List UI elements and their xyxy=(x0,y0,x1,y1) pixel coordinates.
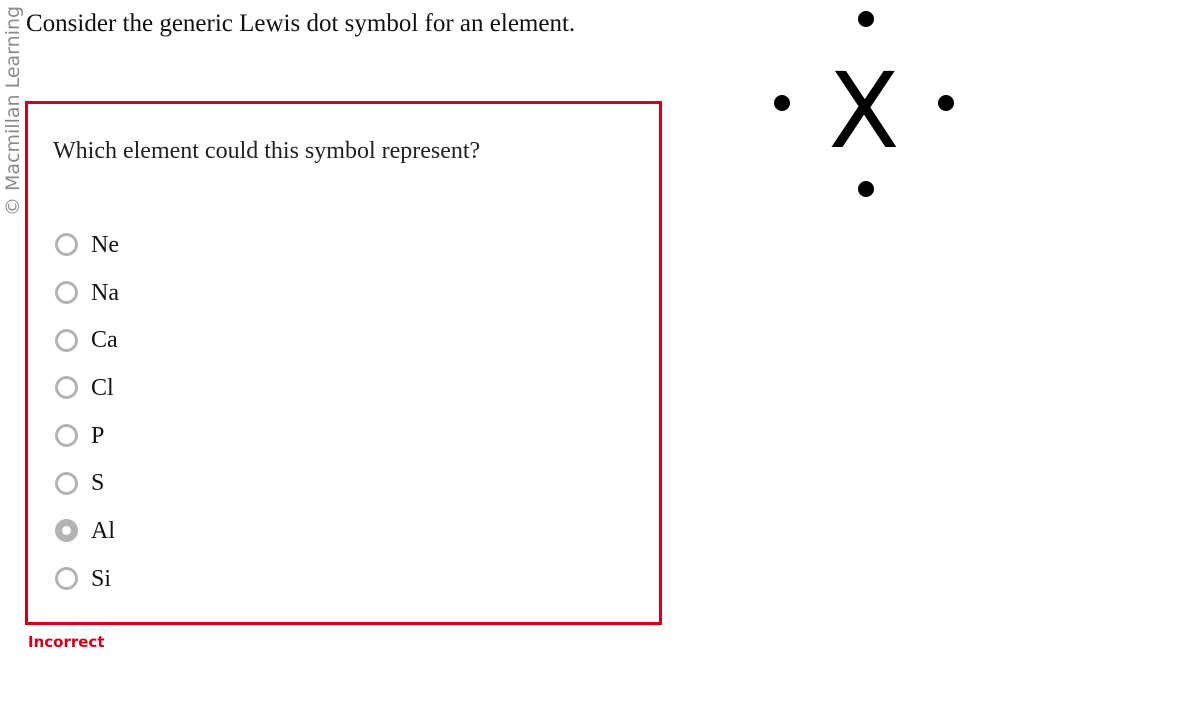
radio-button[interactable] xyxy=(55,233,78,257)
electron-dot-left xyxy=(774,95,790,111)
option-ne[interactable]: Ne xyxy=(55,221,119,269)
option-ca[interactable]: Ca xyxy=(55,316,119,364)
radio-button[interactable] xyxy=(55,471,78,495)
answer-options: Ne Na Ca Cl P S Al Si xyxy=(55,221,119,603)
radio-button[interactable] xyxy=(55,376,78,400)
radio-button[interactable] xyxy=(55,328,78,352)
option-label: Al xyxy=(91,517,115,544)
question-prompt: Which element could this symbol represen… xyxy=(53,138,481,164)
question-box: Which element could this symbol represen… xyxy=(25,101,662,625)
option-si[interactable]: Si xyxy=(55,555,119,603)
intro-text: Consider the generic Lewis dot symbol fo… xyxy=(26,10,576,37)
element-symbol: X xyxy=(828,50,899,172)
copyright-label: © Macmillan Learning xyxy=(2,5,24,216)
feedback-status: Incorrect xyxy=(28,633,105,651)
option-label: Na xyxy=(91,279,119,306)
option-cl[interactable]: Cl xyxy=(55,364,119,412)
option-label: Ca xyxy=(91,327,118,354)
lewis-dot-symbol: X xyxy=(760,0,980,210)
radio-button-selected[interactable] xyxy=(55,519,78,543)
option-na[interactable]: Na xyxy=(55,269,119,317)
option-p[interactable]: P xyxy=(55,412,119,460)
radio-button[interactable] xyxy=(55,567,78,591)
electron-dot-bottom xyxy=(858,181,874,197)
option-label: Si xyxy=(91,565,112,592)
electron-dot-top xyxy=(858,11,874,27)
option-label: Cl xyxy=(91,374,114,401)
option-label: S xyxy=(91,470,105,497)
option-s[interactable]: S xyxy=(55,459,119,507)
option-label: P xyxy=(91,422,105,449)
radio-button[interactable] xyxy=(55,281,78,305)
electron-dot-right xyxy=(938,95,954,111)
radio-button[interactable] xyxy=(55,424,78,448)
option-label: Ne xyxy=(91,231,119,258)
option-al[interactable]: Al xyxy=(55,507,119,555)
